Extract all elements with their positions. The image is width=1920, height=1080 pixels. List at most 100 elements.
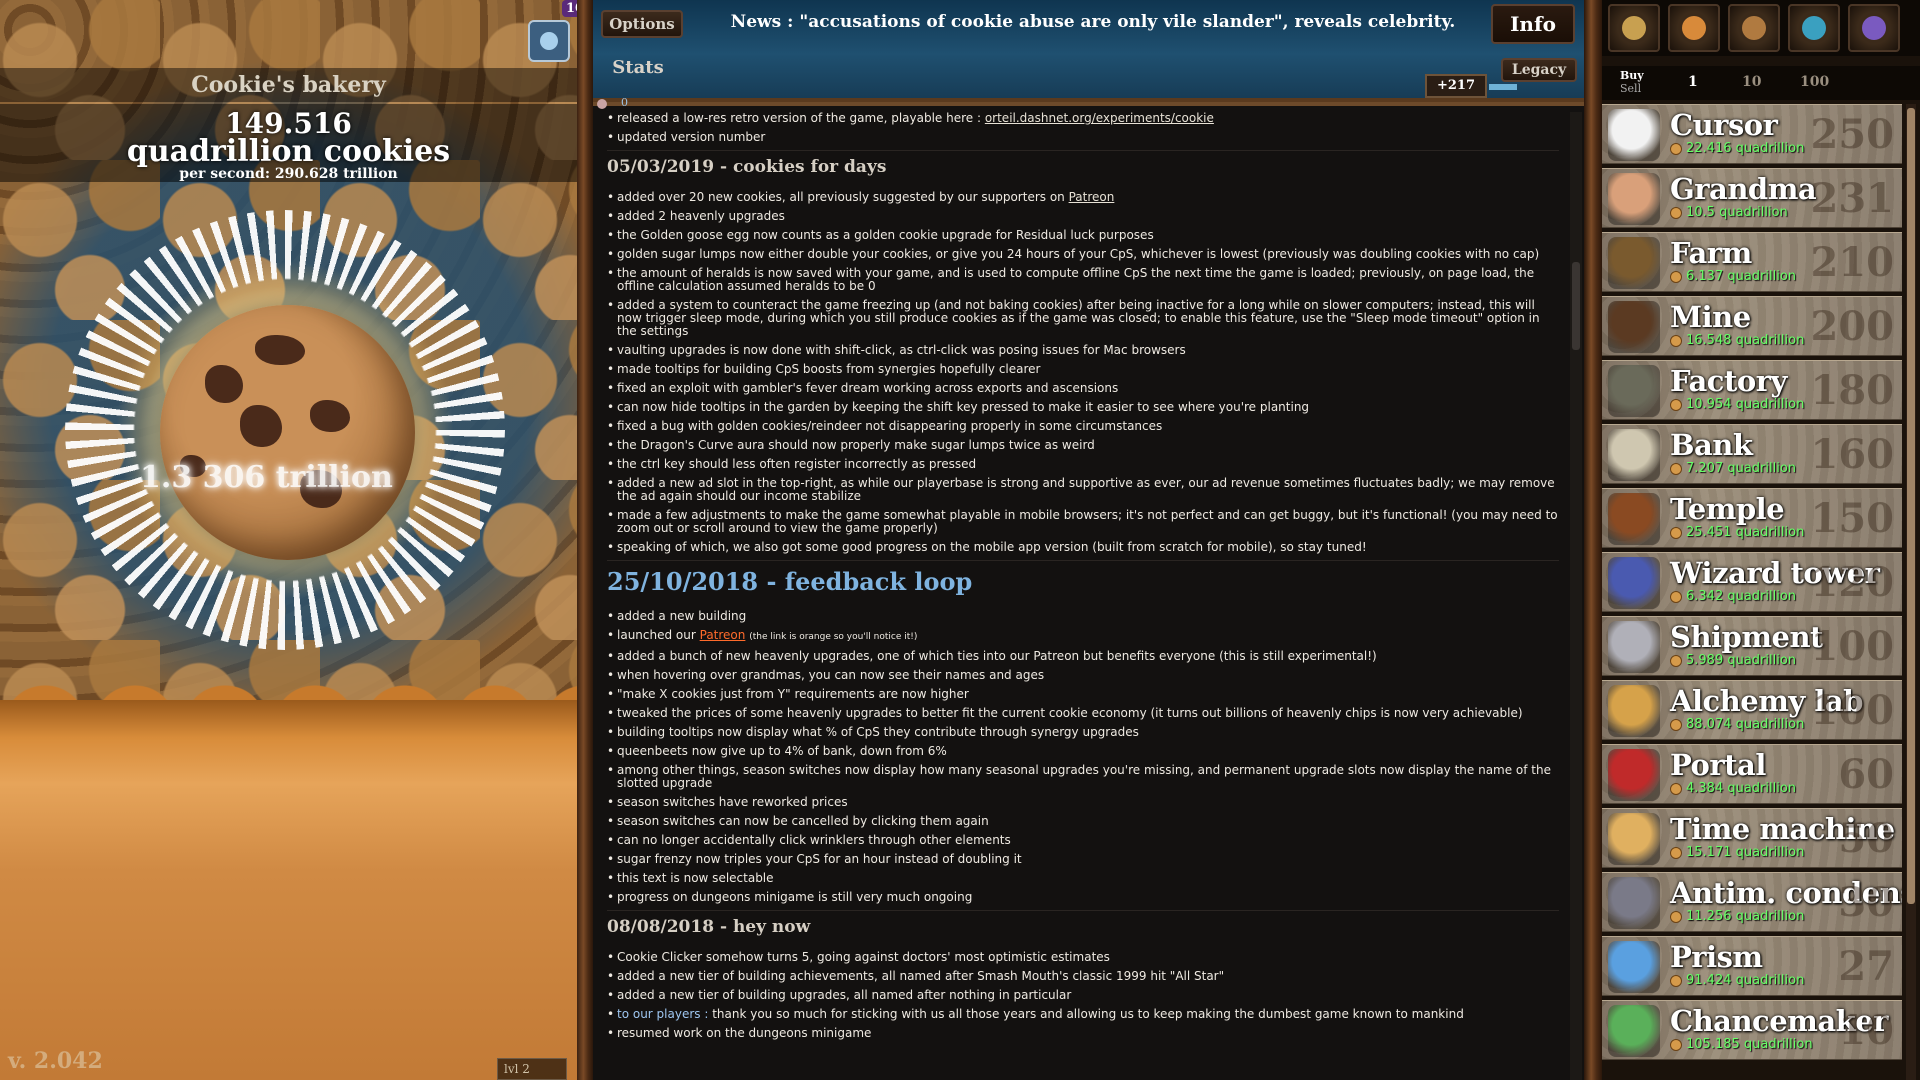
big-cookie[interactable] bbox=[160, 305, 415, 560]
stats-button[interactable]: Stats bbox=[603, 54, 673, 86]
left-divider bbox=[577, 0, 593, 1080]
chocolate-chip bbox=[310, 400, 350, 432]
building-antim-condenser[interactable]: Antim. condenser11.256 quadrillion30 bbox=[1602, 872, 1902, 932]
retro-link[interactable]: orteil.dashnet.org/experiments/cookie bbox=[985, 112, 1214, 125]
cookie-coin-icon bbox=[1670, 271, 1682, 283]
price-text: 16.548 quadrillion bbox=[1686, 333, 1805, 348]
patreon-link[interactable]: Patreon bbox=[700, 628, 746, 642]
section-title: 25/10/2018 - feedback loop bbox=[607, 560, 1559, 602]
buy-toggle[interactable]: Buy bbox=[1620, 70, 1644, 82]
building-name: Mine bbox=[1670, 300, 1751, 334]
building-factory[interactable]: Factory 10.954 quadrillion 180 bbox=[1602, 360, 1902, 420]
building-owned-count: 180 bbox=[1810, 367, 1895, 414]
list-item: golden sugar lumps now either double you… bbox=[607, 248, 1559, 262]
sell-toggle[interactable]: Sell bbox=[1620, 83, 1641, 95]
building-name: Grandma bbox=[1670, 172, 1817, 206]
store-panel: Buy Sell 1 10 100 Cursor 22.416 quadrilli… bbox=[1602, 0, 1920, 1080]
cookie-coin-icon bbox=[1670, 399, 1682, 411]
building-grandma[interactable]: Grandma 10.5 quadrillion 231 bbox=[1602, 168, 1902, 228]
building-shipment[interactable]: Shipment 5.989 quadrillion 100 bbox=[1602, 616, 1902, 676]
cookie-panel: 100 Cookie's bakery 149.516 quadrillion … bbox=[0, 0, 577, 1080]
building-price: 22.416 quadrillion bbox=[1670, 141, 1804, 156]
building-mine[interactable]: Mine 16.548 quadrillion 200 bbox=[1602, 296, 1902, 356]
upgrade-slot[interactable] bbox=[1788, 4, 1840, 52]
upgrade-slot[interactable] bbox=[1608, 4, 1660, 52]
info-button[interactable]: Info bbox=[1491, 4, 1575, 44]
price-text: 88.074 quadrillion bbox=[1686, 717, 1805, 732]
heavenly-chips-bar bbox=[1489, 84, 1517, 90]
building-price: 16.548 quadrillion bbox=[1670, 333, 1804, 348]
upgrade-icon bbox=[1622, 16, 1646, 40]
building-name: Portal bbox=[1670, 748, 1766, 782]
building-wizard-tower[interactable]: Wizard tower 6.342 quadrillion 120 bbox=[1602, 552, 1902, 612]
list-item: to our players : thank you so much for s… bbox=[607, 1008, 1559, 1022]
legacy-button[interactable]: Legacy bbox=[1501, 58, 1577, 82]
building-farm[interactable]: Farm 6.137 quadrillion 210 bbox=[1602, 232, 1902, 292]
upgrade-slot[interactable] bbox=[1668, 4, 1720, 52]
list-item: building tooltips now display what % of … bbox=[607, 726, 1559, 740]
list-item: sugar frenzy now triples your CpS for an… bbox=[607, 853, 1559, 867]
cookie-coin-icon bbox=[1670, 527, 1682, 539]
building-owned-count: 50 bbox=[1838, 815, 1894, 862]
building-alchemy-lab[interactable]: Alchemy lab 88.074 quadrillion 100 bbox=[1602, 680, 1902, 740]
building-time-machine[interactable]: Time machine 15.171 quadrillion 50 bbox=[1602, 808, 1902, 868]
amount-100[interactable]: 100 bbox=[1800, 74, 1829, 90]
price-text: 11.256 quadrillion bbox=[1686, 909, 1805, 924]
buy-sell-bar: Buy Sell 1 10 100 bbox=[1602, 66, 1920, 100]
upgrade-icon bbox=[1742, 16, 1766, 40]
list-item: added 2 heavenly upgrades bbox=[607, 210, 1559, 224]
farm-icon bbox=[1608, 237, 1660, 289]
amount-1[interactable]: 1 bbox=[1688, 74, 1698, 90]
dragon-icon[interactable] bbox=[528, 20, 570, 62]
factory-icon bbox=[1608, 365, 1660, 417]
list-item: the amount of heralds is now saved with … bbox=[607, 267, 1559, 293]
building-prism[interactable]: Prism 91.424 quadrillion 27 bbox=[1602, 936, 1902, 996]
building-chancemaker[interactable]: Chancemaker 105.185 quadrillion 10 bbox=[1602, 1000, 1902, 1060]
list-item: added a system to counteract the game fr… bbox=[607, 299, 1559, 338]
top-bar: Options Stats News : "accusations of coo… bbox=[593, 0, 1584, 104]
list-item: made a few adjustments to make the game … bbox=[607, 509, 1559, 535]
building-price: 25.451 quadrillion bbox=[1670, 525, 1804, 540]
building-bank[interactable]: Bank 7.207 quadrillion 160 bbox=[1602, 424, 1902, 484]
cookie-coin-icon bbox=[1670, 207, 1682, 219]
click-popup: 1.3 306 trillion bbox=[140, 460, 393, 495]
cookie-coin-icon bbox=[1670, 655, 1682, 667]
bank-icon bbox=[1608, 429, 1660, 481]
right-divider bbox=[1584, 0, 1602, 1080]
log-scrollbar-thumb[interactable] bbox=[1572, 262, 1580, 350]
building-name: Prism bbox=[1670, 940, 1763, 974]
section-title: 05/03/2019 - cookies for days bbox=[607, 150, 1559, 183]
upgrade-slot[interactable] bbox=[1728, 4, 1780, 52]
building-temple[interactable]: Temple 25.451 quadrillion 150 bbox=[1602, 488, 1902, 548]
patreon-link[interactable]: Patreon bbox=[1069, 190, 1115, 204]
list-item: tweaked the prices of some heavenly upgr… bbox=[607, 707, 1559, 721]
building-price: 11.256 quadrillion bbox=[1670, 909, 1804, 924]
list-item: "make X cookies just from Y" requirement… bbox=[607, 688, 1559, 702]
lvl-indicator[interactable]: lvl 2 bbox=[497, 1058, 567, 1080]
list-item: the Golden goose egg now counts as a gol… bbox=[607, 229, 1559, 243]
amount-10[interactable]: 10 bbox=[1742, 74, 1761, 90]
building-price: 10.5 quadrillion bbox=[1670, 205, 1788, 220]
cookie-coin-icon bbox=[1670, 1039, 1682, 1051]
middle-panel: Options Stats News : "accusations of coo… bbox=[593, 0, 1584, 1080]
building-owned-count: 27 bbox=[1838, 943, 1894, 990]
log-scrollbar[interactable] bbox=[1570, 112, 1582, 1080]
building-owned-count: 150 bbox=[1810, 495, 1895, 542]
news-ticker[interactable]: News : "accusations of cookie abuse are … bbox=[693, 12, 1493, 32]
building-cursor[interactable]: Cursor 22.416 quadrillion 250 bbox=[1602, 104, 1902, 164]
chocolate-chip bbox=[240, 405, 282, 447]
building-price: 91.424 quadrillion bbox=[1670, 973, 1804, 988]
building-name: Cursor bbox=[1670, 108, 1778, 142]
version: v. 2.042 bbox=[8, 1048, 103, 1074]
upgrade-slot[interactable] bbox=[1848, 4, 1900, 52]
portal-icon bbox=[1608, 749, 1660, 801]
list-item: released a low-res retro version of the … bbox=[607, 112, 1559, 125]
bakery-name[interactable]: Cookie's bakery bbox=[0, 68, 577, 102]
options-button[interactable]: Options bbox=[601, 10, 683, 38]
building-portal[interactable]: Portal 4.384 quadrillion 60 bbox=[1602, 744, 1902, 804]
store-scrollbar-thumb[interactable] bbox=[1907, 108, 1915, 904]
building-list: Cursor 22.416 quadrillion 250 Grandma 10.5 q… bbox=[1602, 104, 1902, 1064]
cookie-coin-icon bbox=[1670, 591, 1682, 603]
cookie-coin-icon bbox=[1670, 847, 1682, 859]
list-item: launched our Patreon (the link is orange… bbox=[607, 629, 1559, 644]
